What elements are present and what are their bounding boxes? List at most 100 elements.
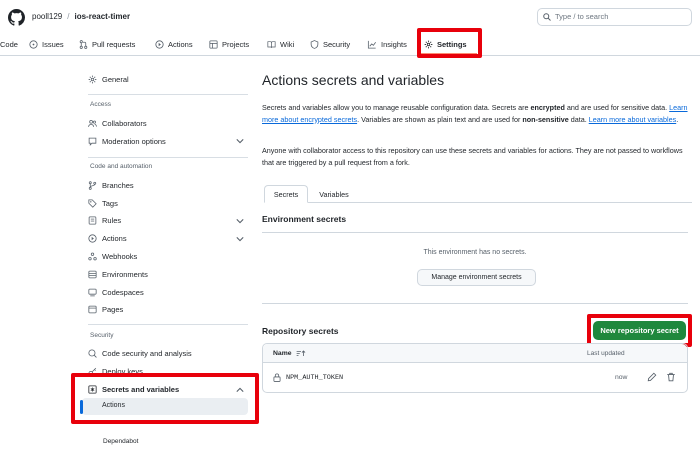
breadcrumb: pooll129 / ios-react-timer [32,12,130,21]
sidebar-item-dependabot[interactable]: Dependabot [103,434,138,448]
column-name-header[interactable]: Name [273,350,306,357]
sidebar-item-moderation[interactable]: Moderation options [88,134,166,148]
intro-bold: encrypted [530,103,565,112]
sidebar-item-actions[interactable]: Actions [88,231,127,245]
intro-paragraph: Secrets and variables allow you to manag… [262,102,692,125]
book-icon [267,40,276,48]
sidebar-item-general[interactable]: General [88,72,129,86]
subtab-label: Variables [319,189,349,199]
shield-icon [310,39,319,49]
tab-settings[interactable]: Settings [424,34,467,54]
sidebar-divider [88,94,248,95]
server-icon [88,270,97,278]
sidebar-item-label: Actions [102,402,125,409]
variables-link[interactable]: Learn more about variables [589,115,677,124]
sidebar-heading-access: Access [90,101,111,108]
sidebar-item-label: Dependabot [103,437,139,445]
tab-code[interactable]: Code [0,34,18,54]
tab-insights[interactable]: Insights [367,34,407,54]
sidebar-item-rules[interactable]: Rules [88,213,121,227]
sidebar-item-secrets-variables[interactable]: Secrets and variables [88,382,179,396]
sidebar-item-codespaces[interactable]: Codespaces [88,285,144,299]
sidebar-item-label: Secrets and variables [102,384,180,394]
gear-icon [424,40,433,48]
search-placeholder: Type / to search [555,12,609,21]
sidebar-item-collaborators[interactable]: Collaborators [88,116,147,130]
comment-icon [88,137,97,146]
page-title: Actions secrets and variables [262,72,445,88]
intro-text: . Variables are shown as plain text and … [357,114,523,124]
sidebar-item-label: Code security and analysis [102,348,192,358]
environment-secrets-panel: This environment has no secrets. Manage … [262,232,688,304]
tab-pull-requests-label: Pull requests [92,39,136,49]
play-icon [88,233,97,243]
tab-issues-label: Issues [42,39,64,49]
lock-icon [273,373,281,382]
tab-settings-label: Settings [437,39,467,49]
pencil-icon[interactable] [647,372,657,382]
sidebar-item-secrets-actions[interactable]: Actions [82,398,248,415]
sidebar-item-environments[interactable]: Environments [88,267,148,281]
sidebar-item-label: Rules [102,215,122,225]
button-label: New repository secret [600,326,679,335]
tab-wiki[interactable]: Wiki [267,34,294,54]
sidebar-item-label: Deploy keys [102,366,143,376]
codespaces-icon [88,288,97,296]
active-item-indicator [80,400,83,414]
sidebar-item-deploy-keys[interactable]: Deploy keys [88,364,143,378]
sidebar-item-code-security[interactable]: Code security and analysis [88,346,192,360]
rules-icon [88,215,97,225]
environment-secrets-title: Environment secrets [262,214,347,224]
owner-link[interactable]: pooll129 [32,12,62,21]
intro-text: Secrets and variables allow you to manag… [262,103,531,112]
chevron-up-icon[interactable] [236,387,244,393]
sidebar-item-label: Branches [102,180,134,190]
tab-actions[interactable]: Actions [155,34,193,54]
chevron-down-icon[interactable] [236,236,244,242]
subtab-variables[interactable]: Variables [309,185,359,203]
tab-projects-label: Projects [222,39,250,49]
breadcrumb-separator: / [67,12,70,21]
repo-link[interactable]: ios-react-timer [74,12,130,21]
branch-icon [88,180,97,190]
secret-updated: now [615,374,628,381]
subtab-secrets[interactable]: Secrets [264,185,308,203]
browser-icon [88,305,97,313]
intro-bold: non-sensitive [522,114,569,124]
tab-wiki-label: Wiki [280,39,295,49]
access-note: Anyone with collaborator access to this … [262,146,683,167]
subtab-divider [308,202,692,203]
chevron-down-icon[interactable] [236,138,244,144]
asterisk-box-icon [88,384,97,394]
sidebar-divider [88,157,248,158]
sidebar-heading-code-automation: Code and automation [90,163,153,170]
subtab-label: Secrets [273,189,299,199]
chevron-down-icon[interactable] [236,218,244,224]
secret-name: NPM_AUTH_TOKEN [286,373,344,382]
table-header: Name Last updated [263,344,687,363]
manage-environment-secrets-button[interactable]: Manage environment secrets [417,269,536,286]
search-input[interactable]: Type / to search [537,8,692,26]
tab-insights-label: Insights [381,39,407,49]
search-icon [543,13,551,21]
sidebar-item-pages[interactable]: Pages [88,302,123,316]
new-repository-secret-button[interactable]: New repository secret [593,321,686,340]
trash-icon[interactable] [666,372,676,382]
tab-pull-requests[interactable]: Pull requests [79,34,135,54]
codescan-icon [88,348,97,358]
sidebar-item-label: Tags [102,198,118,208]
sidebar-item-webhooks[interactable]: Webhooks [88,249,137,263]
tab-security[interactable]: Security [310,34,350,54]
table-icon [209,39,218,49]
sidebar-heading-security: Security [90,332,114,339]
sidebar-item-label: Moderation options [102,136,166,146]
sidebar-item-label: Environments [102,269,148,279]
github-logo-icon[interactable] [8,9,25,26]
sidebar-item-tags[interactable]: Tags [88,196,118,210]
column-updated-header: Last updated [587,350,625,357]
people-icon [88,119,97,127]
tab-projects[interactable]: Projects [209,34,249,54]
tab-issues[interactable]: Issues [29,34,64,54]
sidebar-item-branches[interactable]: Branches [88,178,134,192]
sidebar-item-label: Webhooks [102,251,138,261]
